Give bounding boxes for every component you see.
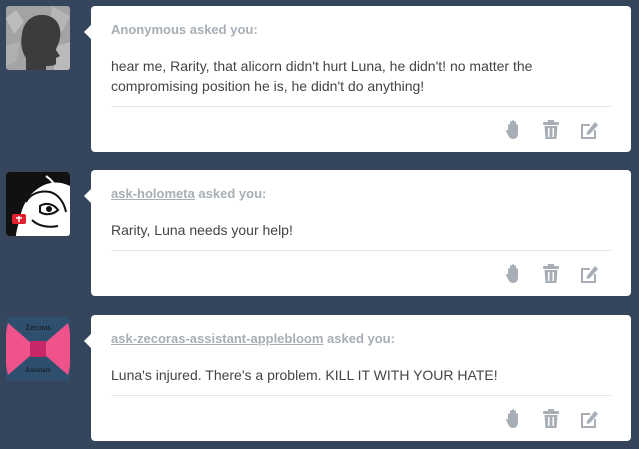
block-icon[interactable] — [503, 408, 525, 430]
ask-card: ask-holometa asked you: Rarity, Luna nee… — [84, 170, 631, 296]
divider — [111, 250, 611, 251]
question-text: Luna's injured. There's a problem. KILL … — [111, 367, 498, 383]
block-icon[interactable] — [503, 119, 525, 141]
ask-card: ask-zecoras-assistant-applebloom asked y… — [84, 315, 631, 441]
asked-you-label: asked you: — [194, 186, 267, 201]
holometa-avatar — [6, 172, 70, 236]
asker-link[interactable]: ask-holometa — [111, 186, 195, 201]
ask-actions — [503, 408, 615, 430]
edit-icon[interactable] — [578, 263, 600, 285]
question-text: Rarity, Luna needs your help! — [111, 222, 293, 238]
anonymous-silhouette-avatar — [6, 6, 70, 70]
divider — [111, 395, 611, 396]
asked-you-label: asked you: — [186, 22, 258, 37]
edit-icon[interactable] — [578, 408, 600, 430]
block-icon[interactable] — [503, 263, 525, 285]
avatar[interactable]: Zecoras Assistant — [6, 317, 70, 381]
edit-icon[interactable] — [578, 119, 600, 141]
asked-you-label: asked you: — [323, 331, 395, 346]
asker-link[interactable]: ask-zecoras-assistant-applebloom — [111, 331, 323, 346]
avatar[interactable] — [6, 172, 70, 236]
delete-icon[interactable] — [540, 263, 562, 285]
delete-icon[interactable] — [540, 119, 562, 141]
ask-actions — [503, 263, 615, 285]
ask-header: ask-zecoras-assistant-applebloom asked y… — [111, 331, 395, 346]
avatar-top-text: Zecoras — [25, 323, 50, 332]
ask-actions — [503, 119, 615, 141]
question-text: hear me, Rarity, that alicorn didn't hur… — [111, 58, 533, 94]
zecoras-assistant-bow-avatar: Zecoras Assistant — [6, 317, 70, 381]
avatar-bottom-text: Assistant — [25, 366, 51, 374]
asker-name: Anonymous — [111, 22, 187, 37]
avatar[interactable] — [6, 6, 70, 70]
ask-header: Anonymous asked you: — [111, 22, 258, 37]
ask-card: Anonymous asked you: hear me, Rarity, th… — [84, 6, 631, 152]
ask-header: ask-holometa asked you: — [111, 186, 266, 201]
divider — [111, 106, 611, 107]
delete-icon[interactable] — [540, 408, 562, 430]
